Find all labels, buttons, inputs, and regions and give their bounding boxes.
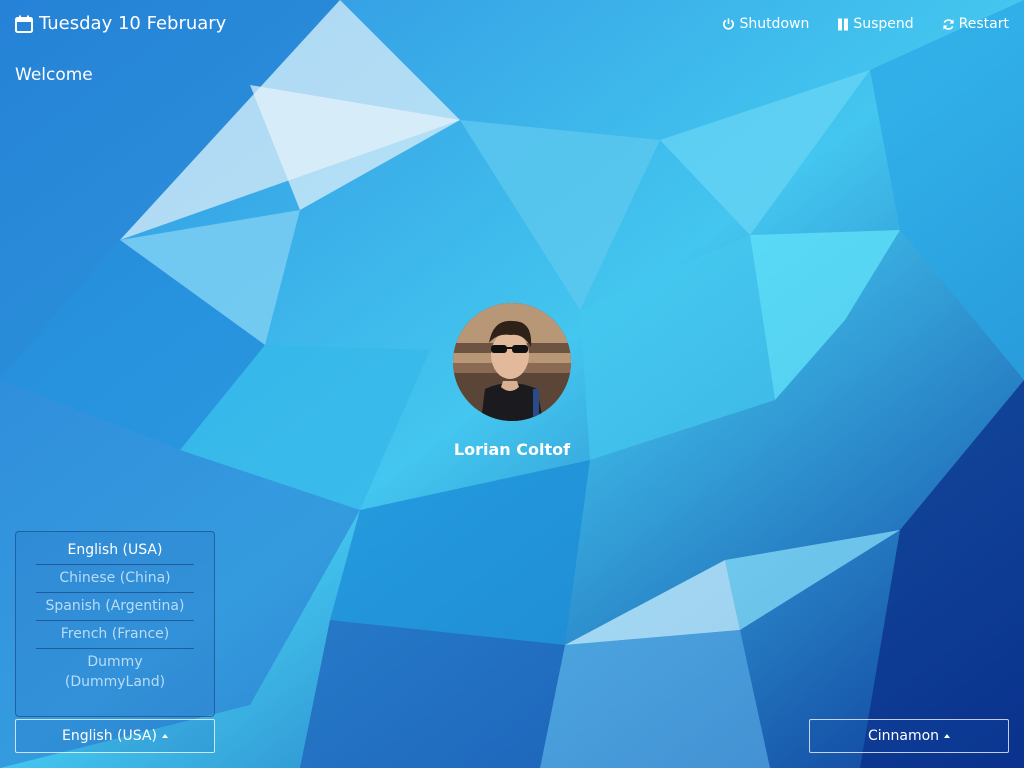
session-selector-label: Cinnamon: [867, 728, 940, 744]
suspend-button[interactable]: Suspend: [837, 16, 914, 32]
language-option-english-usa[interactable]: English (USA): [36, 532, 194, 565]
language-option-french-france[interactable]: French (France): [36, 621, 194, 649]
language-option-dummy[interactable]: Dummy (DummyLand): [36, 649, 194, 696]
restart-button[interactable]: Restart: [942, 16, 1009, 32]
language-option-spanish-argentina[interactable]: Spanish (Argentina): [36, 593, 194, 621]
caret-up-icon: [161, 734, 168, 738]
session-selector-button[interactable]: Cinnamon: [809, 719, 1009, 753]
language-menu: English (USA) Chinese (China) Spanish (A…: [15, 531, 215, 717]
power-icon: [722, 17, 735, 31]
language-selector-button[interactable]: English (USA): [15, 719, 215, 753]
language-selector-label: English (USA): [62, 728, 157, 744]
refresh-icon: [942, 18, 955, 31]
date-label: Tuesday 10 February: [39, 13, 227, 34]
shutdown-label: Shutdown: [739, 16, 810, 32]
caret-up-icon: [944, 734, 951, 738]
date-display: Tuesday 10 February: [15, 13, 226, 34]
user-avatar[interactable]: [453, 303, 571, 421]
suspend-label: Suspend: [853, 16, 914, 32]
user-name[interactable]: Lorian Coltof: [412, 440, 612, 459]
restart-label: Restart: [958, 16, 1009, 32]
welcome-text: Welcome: [15, 65, 93, 85]
calendar-icon: [15, 15, 33, 33]
user-photo: [453, 303, 571, 421]
power-controls: Shutdown Suspend Restart: [722, 16, 1009, 32]
language-option-chinese-china[interactable]: Chinese (China): [36, 565, 194, 593]
shutdown-button[interactable]: Shutdown: [722, 16, 809, 32]
pause-icon: [837, 18, 849, 31]
